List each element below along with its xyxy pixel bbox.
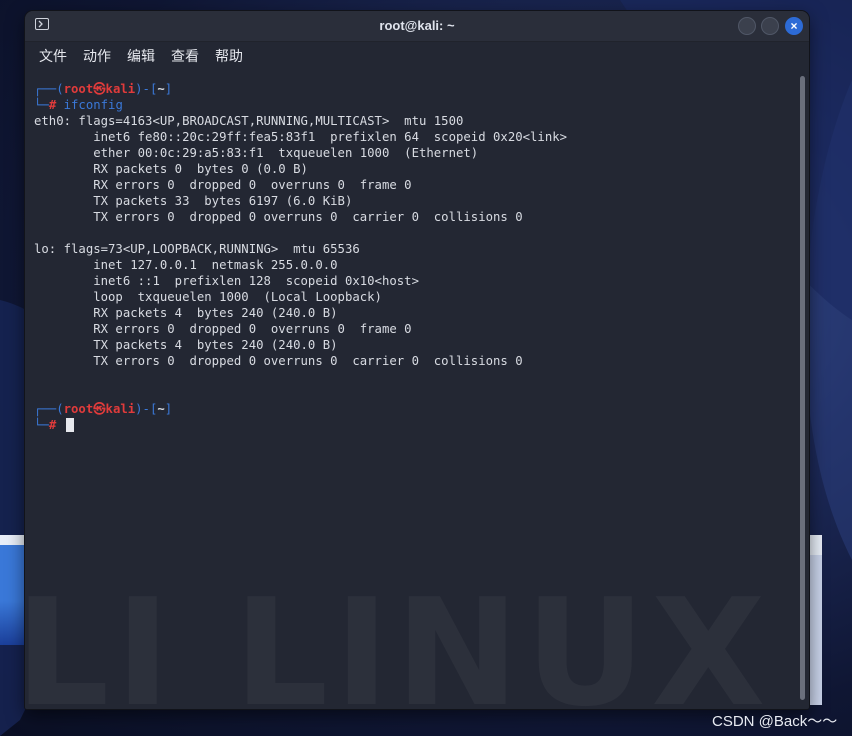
output-line: inet6 ::1 prefixlen 128 scopeid 0x10<hos… — [34, 274, 419, 288]
prompt-line-1: ┌──(root㉿kali)-[~] — [34, 81, 172, 97]
input-line[interactable]: └─# — [34, 417, 56, 433]
prompt-bracket: ┌──( — [34, 82, 64, 96]
output-line: RX errors 0 dropped 0 overruns 0 frame 0 — [34, 178, 412, 192]
desktop-wallpaper-left — [0, 535, 26, 645]
output-line: RX packets 0 bytes 0 (0.0 B) — [34, 162, 308, 176]
menu-help[interactable]: 帮助 — [215, 46, 243, 66]
prompt-bracket: )-[ — [135, 402, 158, 416]
menu-view[interactable]: 查看 — [171, 46, 199, 66]
prompt-user-host: root㉿kali — [63, 402, 136, 416]
prompt-directory: ~ — [157, 402, 165, 416]
prompt-corner: └─ — [34, 98, 49, 112]
kali-linux-watermark: LI LINUX — [25, 579, 795, 709]
command-line: └─# ifconfig — [34, 97, 123, 113]
output-line: TX errors 0 dropped 0 overruns 0 carrier… — [34, 354, 523, 368]
minimize-button[interactable] — [738, 17, 756, 35]
prompt-bracket: )-[ — [135, 82, 158, 96]
prompt-line-2: ┌──(root㉿kali)-[~] — [34, 401, 172, 417]
close-button[interactable]: × — [785, 17, 803, 35]
close-icon: × — [790, 19, 798, 33]
title-bar[interactable]: root@kali: ~ × — [25, 11, 809, 42]
output-line: TX errors 0 dropped 0 overruns 0 carrier… — [34, 210, 523, 224]
prompt-user-host: root㉿kali — [63, 82, 136, 96]
prompt-hash: # — [48, 418, 57, 432]
source-credit: CSDN @Back～～ — [712, 713, 838, 730]
prompt-bracket: ] — [164, 402, 173, 416]
output-line: lo: flags=73<UP,LOOPBACK,RUNNING> mtu 65… — [34, 242, 360, 256]
output-line: TX packets 33 bytes 6197 (6.0 KiB) — [34, 194, 353, 208]
output-line: inet 127.0.0.1 netmask 255.0.0.0 — [34, 258, 338, 272]
prompt-bracket: ┌──( — [34, 402, 64, 416]
output-line: inet6 fe80::20c:29ff:fea5:83f1 prefixlen… — [34, 130, 568, 144]
text-cursor — [66, 418, 74, 432]
menu-bar: 文件 动作 编辑 查看 帮助 — [25, 42, 809, 68]
output-line: RX packets 4 bytes 240 (240.0 B) — [34, 306, 338, 320]
menu-file[interactable]: 文件 — [39, 46, 67, 66]
prompt-directory: ~ — [157, 82, 165, 96]
scrollbar-thumb[interactable] — [800, 76, 805, 700]
output-line: TX packets 4 bytes 240 (240.0 B) — [34, 338, 338, 352]
prompt-corner: └─ — [34, 418, 49, 432]
window-title: root@kali: ~ — [379, 18, 455, 33]
entered-command: ifconfig — [63, 98, 123, 112]
menu-edit[interactable]: 编辑 — [127, 46, 155, 66]
output-line: RX errors 0 dropped 0 overruns 0 frame 0 — [34, 322, 412, 336]
terminal-window: root@kali: ~ × 文件 动作 编辑 查看 帮助 LI LINUX ┌… — [25, 11, 809, 709]
prompt-hash: # — [48, 98, 57, 112]
output-line: ether 00:0c:29:a5:83:f1 txqueuelen 1000 … — [34, 146, 479, 160]
output-line: loop txqueuelen 1000 (Local Loopback) — [34, 290, 382, 304]
maximize-button[interactable] — [761, 17, 779, 35]
output-line: eth0: flags=4163<UP,BROADCAST,RUNNING,MU… — [34, 114, 464, 128]
vertical-scrollbar[interactable] — [795, 68, 809, 709]
prompt-bracket: ] — [164, 82, 173, 96]
menu-actions[interactable]: 动作 — [83, 46, 111, 66]
terminal-output-area[interactable]: LI LINUX ┌──(root㉿kali)-[~] └─# ifconfig… — [25, 68, 795, 709]
